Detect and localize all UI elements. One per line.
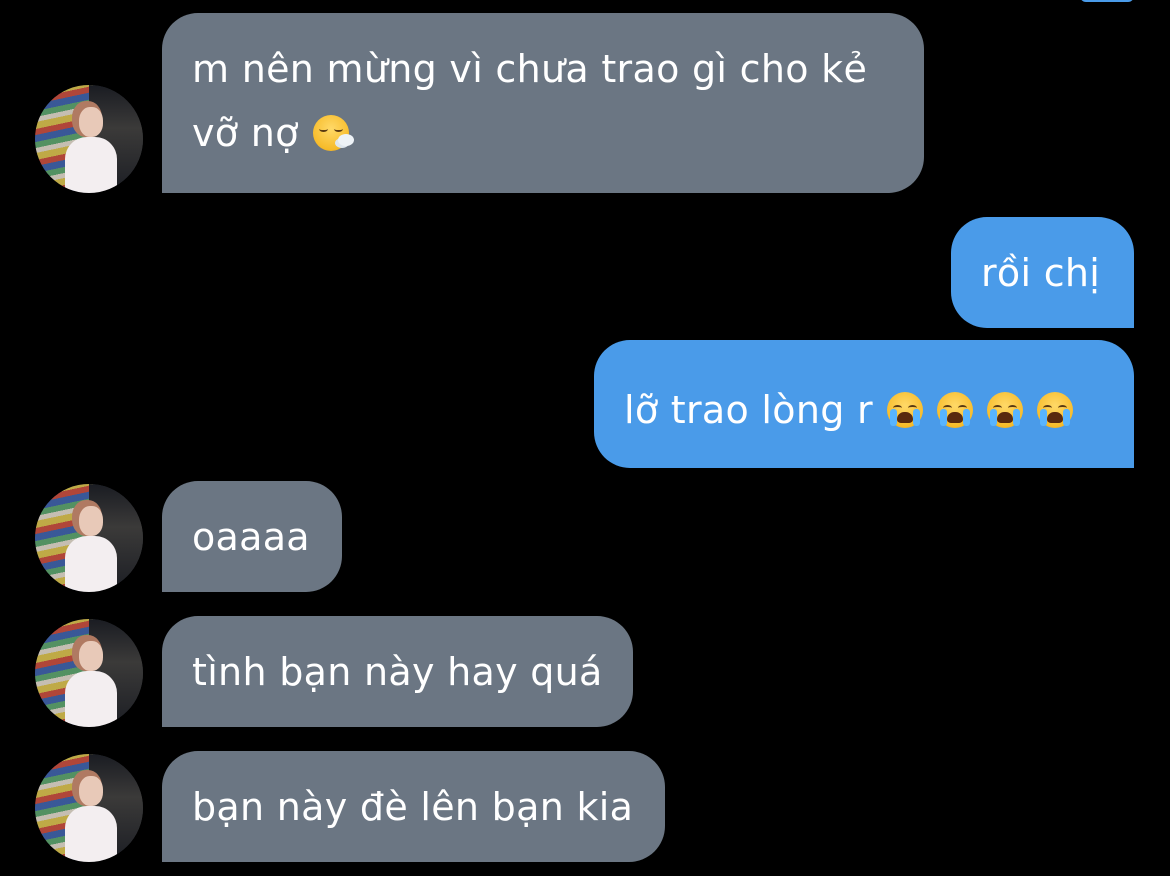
message-text-line: vỡ nợ xyxy=(192,111,299,155)
face-exhaling-emoji xyxy=(312,115,354,151)
incoming-message-bubble[interactable]: oaaaa xyxy=(162,481,342,592)
message-text: rồi chị xyxy=(981,251,1101,295)
incoming-message-bubble[interactable]: tình bạn này hay quá xyxy=(162,616,633,727)
outgoing-message-bubble[interactable]: lỡ trao lòng r xyxy=(594,340,1134,468)
message-text: bạn này đè lên bạn kia xyxy=(192,785,634,829)
message-text: tình bạn này hay quá xyxy=(192,650,603,694)
message-text: lỡ trao lòng r xyxy=(624,388,873,432)
loudly-crying-face-emoji xyxy=(936,392,973,428)
loudly-crying-face-emoji xyxy=(886,392,923,428)
message-text-line: m nên mừng vì chưa trao gì cho kẻ xyxy=(192,47,868,91)
incoming-message-bubble[interactable]: bạn này đè lên bạn kia xyxy=(162,751,665,862)
contact-avatar[interactable] xyxy=(35,484,143,592)
message-text: oaaaa xyxy=(192,515,310,559)
outgoing-message-bubble[interactable]: rồi chị xyxy=(951,217,1134,328)
loudly-crying-face-emoji xyxy=(1036,392,1073,428)
loudly-crying-face-emoji xyxy=(986,392,1023,428)
contact-avatar[interactable] xyxy=(35,85,143,193)
contact-avatar[interactable] xyxy=(35,754,143,862)
contact-avatar[interactable] xyxy=(35,619,143,727)
incoming-message-bubble[interactable]: m nên mừng vì chưa trao gì cho kẻ vỡ nợ xyxy=(162,13,924,193)
previous-message-bubble-edge xyxy=(1080,0,1134,2)
